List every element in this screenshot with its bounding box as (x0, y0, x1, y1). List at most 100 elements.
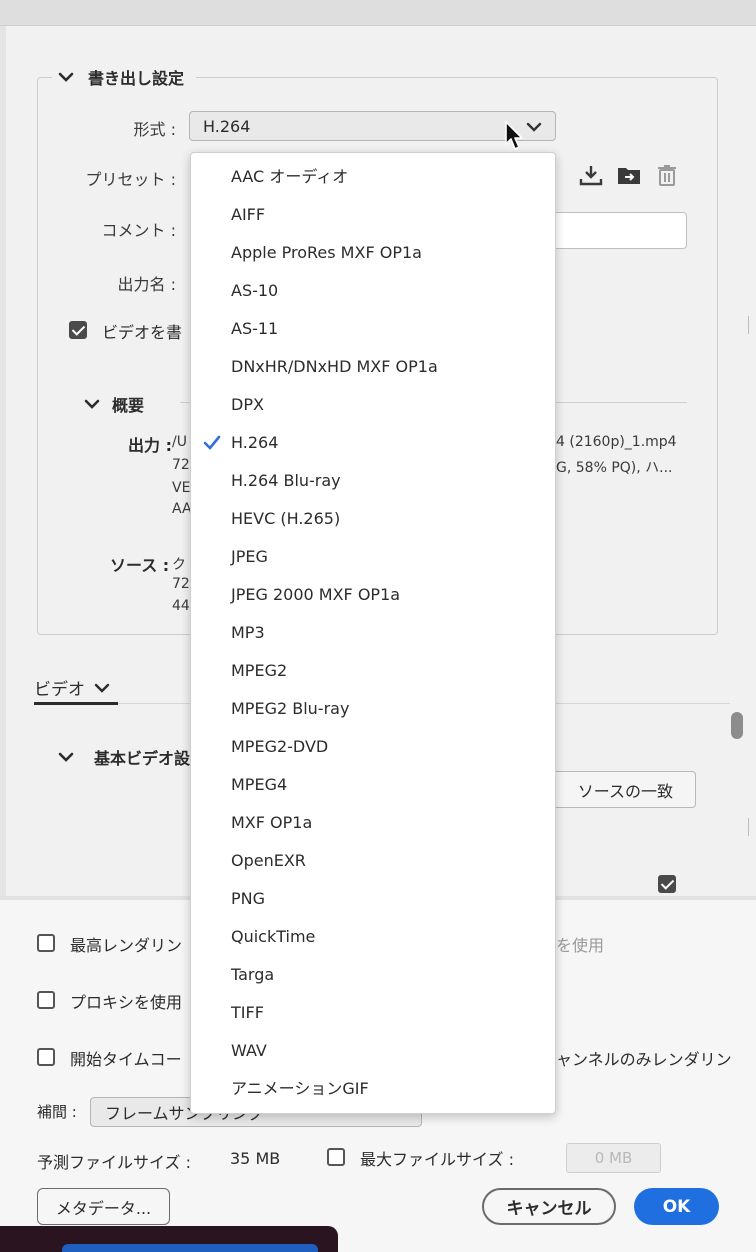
format-option[interactable]: AS-11 (191, 310, 555, 348)
format-option-label: アニメーションGIF (231, 1079, 369, 1098)
format-option-label: MPEG2 Blu-ray (231, 699, 350, 718)
chevron-down-icon (84, 399, 100, 409)
interpolation-label: 補間 : (37, 1103, 77, 1121)
import-preset-icon[interactable] (616, 162, 642, 188)
format-option[interactable]: QuickTime (191, 918, 555, 956)
format-option-label: MPEG2-DVD (231, 737, 329, 756)
export-video-label: ビデオを書 (102, 323, 183, 342)
format-option-label: H.264 (231, 433, 279, 452)
format-option[interactable]: DNxHR/DNxHD MXF OP1a (191, 348, 555, 386)
summary-output-text: VE (172, 480, 191, 496)
format-option-label: JPEG 2000 MXF OP1a (231, 585, 401, 604)
format-select[interactable]: H.264 (189, 111, 556, 141)
delete-preset-icon[interactable] (654, 162, 680, 188)
estimated-size-value: 35 MB (230, 1149, 281, 1168)
ok-button[interactable]: OK (634, 1188, 719, 1225)
checkmark-icon (203, 435, 221, 450)
use-proxies-label: プロキシを使用 (70, 993, 183, 1012)
format-option-label: OpenEXR (231, 851, 306, 870)
summary-source-text: 72 (172, 576, 190, 592)
format-option-label: MPEG4 (231, 775, 288, 794)
start-timecode-checkbox[interactable] (37, 1048, 55, 1066)
max-file-size-input[interactable]: 0 MB (566, 1143, 661, 1173)
format-option-label: MP3 (231, 623, 265, 642)
format-option[interactable]: AS-10 (191, 272, 555, 310)
output-name-label: 出力名 : (117, 275, 176, 294)
format-option[interactable]: H.264 Blu-ray (191, 462, 555, 500)
basic-video-title: 基本ビデオ設 (94, 749, 191, 768)
format-option[interactable]: MPEG2-DVD (191, 728, 555, 766)
format-option[interactable]: H.264 (191, 424, 555, 462)
format-option-label: AS-11 (231, 319, 279, 338)
summary-output-text: 4 (2160p)_1.mp4 (556, 434, 677, 450)
tab-video-label: ビデオ (34, 680, 85, 700)
summary-source-text: ク (172, 557, 186, 573)
summary-title: 概要 (112, 396, 145, 415)
format-option-label: AIFF (231, 205, 266, 224)
title-bar (0, 0, 756, 26)
format-option[interactable]: Targa (191, 956, 555, 994)
format-option[interactable]: OpenEXR (191, 842, 555, 880)
format-option[interactable]: MP3 (191, 614, 555, 652)
summary-output-label: 出力 : (128, 436, 172, 455)
format-label: 形式 : (133, 120, 176, 139)
taskbar-item[interactable] (62, 1244, 318, 1252)
format-option[interactable]: アニメーションGIF (191, 1070, 555, 1108)
max-file-size-checkbox[interactable] (327, 1148, 345, 1166)
format-option[interactable]: JPEG 2000 MXF OP1a (191, 576, 555, 614)
chevron-down-icon (58, 72, 74, 82)
cancel-button[interactable]: キャンセル (482, 1188, 616, 1225)
scrollbar-thumb[interactable] (731, 712, 743, 739)
tab-video[interactable]: ビデオ (34, 675, 111, 700)
format-option-label: TIFF (231, 1003, 264, 1022)
start-timecode-label: 開始タイムコー (70, 1050, 182, 1069)
format-option[interactable]: PNG (191, 880, 555, 918)
format-option-label: DPX (231, 395, 264, 414)
format-option[interactable]: AIFF (191, 196, 555, 234)
active-tab-indicator (34, 702, 118, 705)
match-source-button[interactable]: ソースの一致 (540, 771, 696, 808)
summary-source-label: ソース : (110, 556, 170, 575)
format-option-label: AAC オーディオ (231, 167, 349, 186)
format-option-label: Apple ProRes MXF OP1a (231, 243, 422, 262)
basic-video-checkbox[interactable] (658, 875, 676, 893)
format-option[interactable]: MPEG4 (191, 766, 555, 804)
right-edge-fragment (748, 316, 756, 334)
format-option-label: DNxHR/DNxHD MXF OP1a (231, 357, 438, 376)
format-option[interactable]: TIFF (191, 994, 555, 1032)
chevron-down-icon (94, 683, 110, 693)
max-render-quality-label: 最高レンダリン (70, 936, 183, 955)
render-alpha-label: ャンネルのみレンダリン (556, 1050, 732, 1069)
basic-video-header[interactable]: 基本ビデオ設 (56, 745, 190, 769)
format-option-label: PNG (231, 889, 266, 908)
summary-output-text: AA (172, 501, 192, 517)
save-preset-icon[interactable] (578, 162, 604, 188)
metadata-button[interactable]: メタデータ... (37, 1188, 170, 1225)
format-option-label: AS-10 (231, 281, 279, 300)
use-proxies-checkbox[interactable] (37, 991, 55, 1009)
format-option-label: HEVC (H.265) (231, 509, 341, 528)
format-option[interactable]: Apple ProRes MXF OP1a (191, 234, 555, 272)
format-option[interactable]: MXF OP1a (191, 804, 555, 842)
format-option[interactable]: HEVC (H.265) (191, 500, 555, 538)
export-settings-header[interactable]: 書き出し設定 (52, 62, 197, 92)
format-option[interactable]: MPEG2 Blu-ray (191, 690, 555, 728)
format-option-label: QuickTime (231, 927, 316, 946)
max-render-quality-checkbox[interactable] (37, 934, 55, 952)
format-option[interactable]: WAV (191, 1032, 555, 1070)
format-options-list: AAC オーディオ AIFF Apple ProRes MXF OP1a AS-10 A… (191, 153, 555, 1108)
format-option-label: Targa (231, 965, 275, 984)
format-option[interactable]: DPX (191, 386, 555, 424)
format-option-label: WAV (231, 1041, 267, 1060)
format-option[interactable]: JPEG (191, 538, 555, 576)
chevron-down-icon (58, 752, 74, 762)
export-video-checkbox[interactable] (69, 321, 87, 339)
format-option-label: JPEG (231, 547, 268, 566)
summary-output-text: G, 58% PQ), ハ... (556, 460, 673, 476)
format-option[interactable]: AAC オーディオ (191, 158, 555, 196)
preset-actions (578, 162, 680, 188)
format-option[interactable]: MPEG2 (191, 652, 555, 690)
summary-source-text: 44 (172, 598, 190, 614)
summary-header[interactable]: 概要 (82, 392, 144, 416)
use-previews-label: を使用 (556, 936, 605, 955)
